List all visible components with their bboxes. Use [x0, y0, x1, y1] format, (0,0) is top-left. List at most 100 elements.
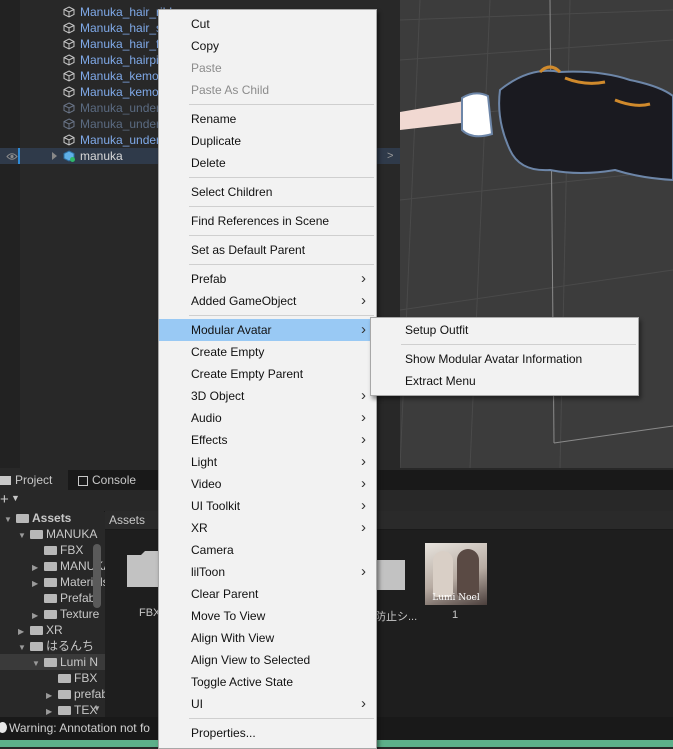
menu-item-select-children[interactable]: Select Children [159, 181, 376, 203]
folder-icon [30, 626, 43, 635]
menu-item-liltoon[interactable]: lilToon › [159, 561, 376, 583]
scroll-down-icon[interactable]: ▼ [93, 704, 101, 713]
menu-item-label: Paste [191, 61, 222, 75]
menu-item-properties[interactable]: Properties... [159, 722, 376, 744]
menu-item-label: Audio [191, 411, 222, 425]
menu-item-align-with-view[interactable]: Align With View [159, 627, 376, 649]
menu-item-create-empty[interactable]: Create Empty [159, 341, 376, 363]
tab-project[interactable]: Project [0, 470, 68, 490]
menu-item-label: UI [191, 697, 203, 711]
menu-item-xr[interactable]: XR › [159, 517, 376, 539]
menu-item-added-gameobject[interactable]: Added GameObject › [159, 290, 376, 312]
menu-item-clear-parent[interactable]: Clear Parent [159, 583, 376, 605]
tree-item[interactable]: FBX [32, 542, 83, 558]
menu-item-label: 3D Object [191, 389, 245, 403]
menu-separator [401, 344, 636, 345]
figure-left [433, 551, 453, 597]
tab-console[interactable]: Console [78, 470, 148, 490]
menu-item-label: XR [191, 521, 208, 535]
tree-item-label: Texture [60, 607, 100, 621]
chevron-right-icon: › [361, 695, 366, 712]
chevron-down-icon[interactable]: ▼ [32, 656, 44, 672]
menu-item-show-modular-avatar-information[interactable]: Show Modular Avatar Information [371, 348, 638, 370]
menu-item-modular-avatar[interactable]: Modular Avatar › [159, 319, 376, 341]
expand-arrow-icon[interactable] [52, 152, 57, 160]
menu-item-3d-object[interactable]: 3D Object › [159, 385, 376, 407]
chevron-right-icon: › [361, 387, 366, 404]
menu-item-duplicate[interactable]: Duplicate [159, 130, 376, 152]
menu-item-label: Setup Outfit [405, 323, 469, 337]
menu-item-ui-toolkit[interactable]: UI Toolkit › [159, 495, 376, 517]
menu-item-move-to-view[interactable]: Move To View [159, 605, 376, 627]
visibility-icon[interactable] [6, 150, 18, 161]
hierarchy-item-label: Manuka_hairpin [80, 53, 166, 67]
menu-item-rename[interactable]: Rename [159, 108, 376, 130]
menu-item-label: Delete [191, 156, 226, 170]
menu-item-setup-outfit[interactable]: Setup Outfit [371, 319, 638, 341]
tree-item[interactable]: ▶ TEX [46, 702, 97, 718]
menu-item-label: Move To View [191, 609, 266, 623]
selection-marker [18, 148, 20, 164]
menu-item-ui[interactable]: UI › [159, 693, 376, 715]
menu-item-label: Set as Default Parent [191, 243, 306, 257]
asset-image-1[interactable]: Lumi Noel 1 [425, 543, 487, 623]
menu-item-toggle-active-state[interactable]: Toggle Active State [159, 671, 376, 693]
chevron-right-icon: › [361, 321, 366, 338]
menu-separator [189, 718, 374, 719]
folder-icon [30, 642, 43, 651]
tree-item[interactable]: ▼ MANUKA [18, 526, 97, 542]
asset-label: 防止シ... [375, 611, 418, 623]
menu-item-set-as-default-parent[interactable]: Set as Default Parent [159, 239, 376, 261]
chevron-down-icon[interactable]: ▼ [18, 528, 30, 544]
menu-item-label: Cut [191, 17, 210, 31]
dropdown-arrow-icon[interactable]: ▼ [11, 493, 20, 503]
gameobject-cube-icon [63, 22, 75, 34]
tree-item[interactable]: ▼ Assets [4, 510, 71, 526]
prefab-cube-icon [63, 150, 75, 162]
chevron-right-icon: › [361, 519, 366, 536]
menu-item-extract-menu[interactable]: Extract Menu [371, 370, 638, 392]
add-icon[interactable]: + [0, 491, 9, 509]
menu-item-label: Toggle Active State [191, 675, 294, 689]
menu-item-align-view-to-selected[interactable]: Align View to Selected [159, 649, 376, 671]
breadcrumb-assets[interactable]: Assets [109, 513, 145, 527]
tree-item[interactable]: FBX [46, 670, 97, 686]
scene-view[interactable] [400, 0, 673, 468]
gameobject-cube-icon [63, 134, 75, 146]
menu-item-prefab[interactable]: Prefab › [159, 268, 376, 290]
menu-item-effects[interactable]: Effects › [159, 429, 376, 451]
menu-item-light[interactable]: Light › [159, 451, 376, 473]
tree-item[interactable]: Prefab [32, 590, 95, 606]
menu-item-copy[interactable]: Copy [159, 35, 376, 57]
folder-icon [58, 690, 71, 699]
menu-item-label: Duplicate [191, 134, 242, 148]
folder-icon [0, 476, 11, 485]
chevron-down-icon[interactable]: ▼ [4, 512, 16, 528]
folder-icon [44, 658, 57, 667]
menu-item-create-empty-parent[interactable]: Create Empty Parent [159, 363, 376, 385]
menu-item-camera[interactable]: Camera [159, 539, 376, 561]
tree-scrollbar[interactable] [93, 544, 101, 608]
menu-item-video[interactable]: Video › [159, 473, 376, 495]
menu-item-label: Rename [191, 112, 237, 126]
project-folder-tree: ▼ Assets ▼ MANUKA FBX ▶ MANUKA ▶ Materials Prefab… [0, 510, 124, 718]
folder-icon [30, 530, 43, 539]
menu-item-find-references-in-scene[interactable]: Find References in Scene [159, 210, 376, 232]
menu-item-label: Clear Parent [191, 587, 259, 601]
chevron-right-icon[interactable]: > [387, 148, 393, 164]
menu-item-label: Modular Avatar [191, 323, 272, 337]
folder-icon [44, 610, 57, 619]
thumbnail-caption: Lumi Noel [432, 593, 480, 603]
tree-item[interactable]: ▶ XR [18, 622, 63, 638]
tree-item-label: MANUKA [46, 527, 98, 541]
chevron-right-icon: › [361, 431, 366, 448]
menu-item-audio[interactable]: Audio › [159, 407, 376, 429]
menu-item-delete[interactable]: Delete [159, 152, 376, 174]
tree-item[interactable]: ▶ Texture [32, 606, 99, 622]
menu-item-cut[interactable]: Cut [159, 13, 376, 35]
gameobject-cube-icon [63, 70, 75, 82]
gameobject-cube-icon [63, 118, 75, 130]
tree-item[interactable]: ▼ はるんち [18, 638, 94, 654]
status-text[interactable]: Warning: Annotation not fo [9, 721, 150, 735]
tree-item[interactable]: ▶ prefab [46, 686, 108, 702]
